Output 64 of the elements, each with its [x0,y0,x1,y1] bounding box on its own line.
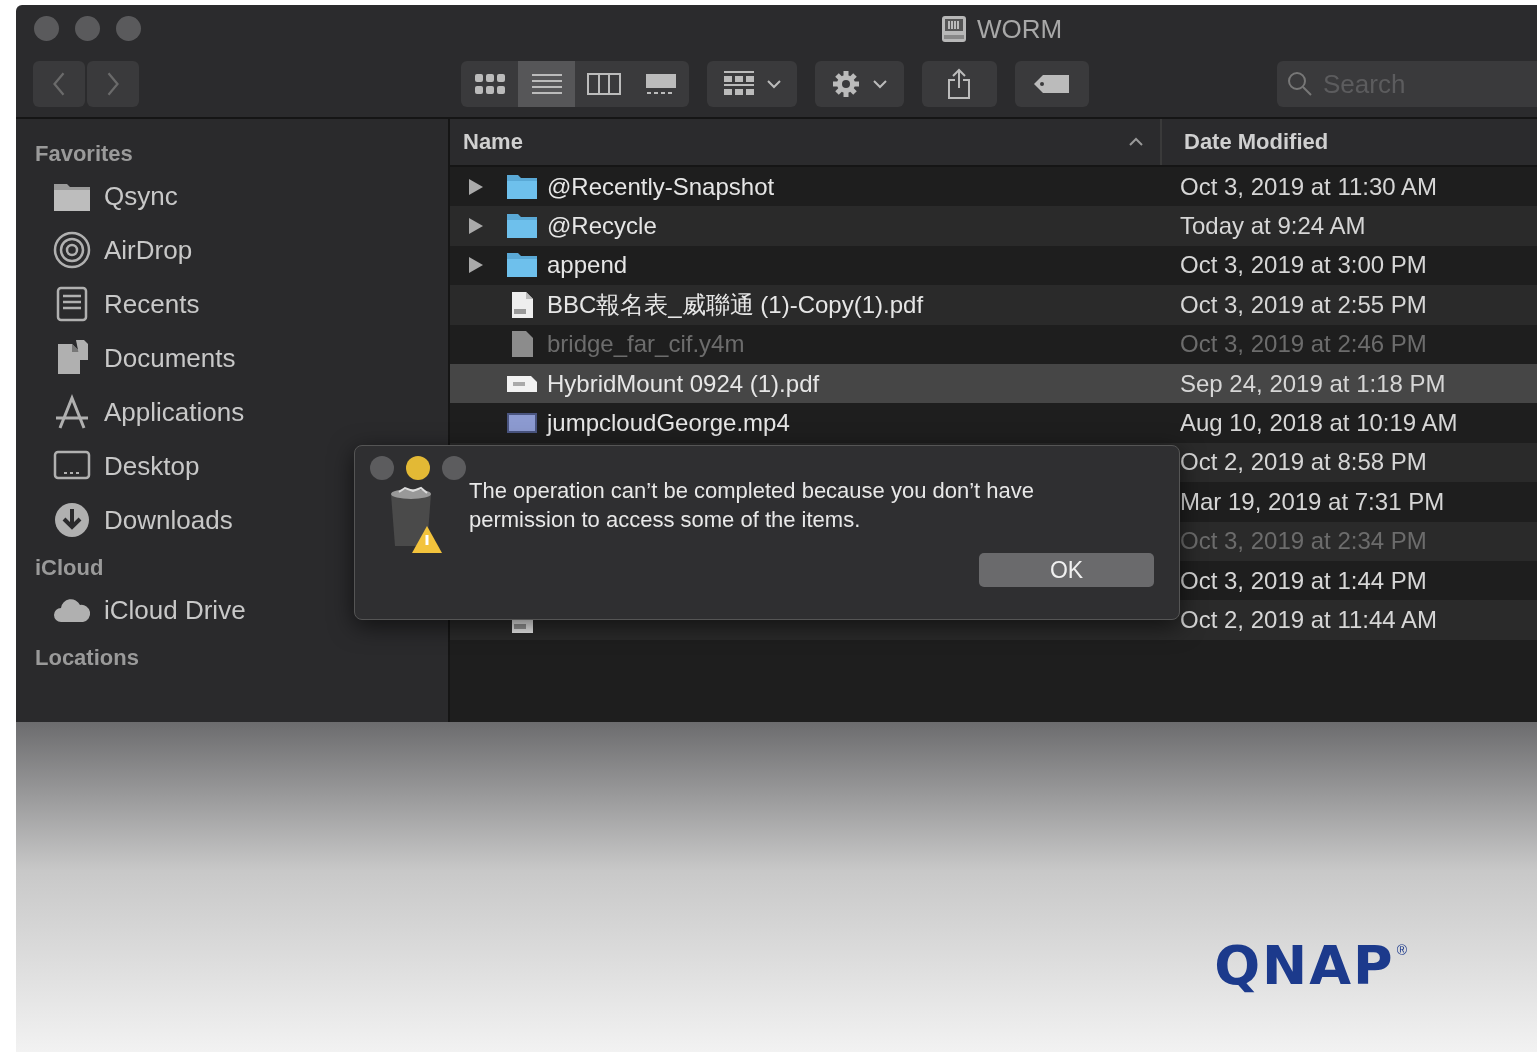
date-modified: Oct 3, 2019 at 11:30 AM [1180,172,1438,201]
ok-button[interactable]: OK [979,553,1154,587]
sidebar-section-title: iCloud [34,554,105,582]
caret-icon [873,79,888,89]
sidebar-section-title: Favorites [34,140,134,168]
sidebar-item[interactable]: Qsync [16,169,448,223]
share-button[interactable] [922,61,997,107]
file-row[interactable]: @Recently-Snapshot Oct 3, 2019 at 11:30 AM [450,167,1537,207]
action-menu-button[interactable] [814,61,905,107]
sidebar-item[interactable]: Documents [16,331,448,385]
file-name: @Recycle [547,212,657,241]
alert-message: The operation can’t be completed because you don’t have permission to access some of the items. [469,477,1036,534]
grouped-grid-icon [722,71,755,97]
file-name: BBC報名表_威聯通 (1)-Copy(1).pdf [547,289,924,320]
sidebar-section-title: Locations [34,644,140,672]
sidebar-item[interactable]: Applications [16,385,448,439]
minimize-button[interactable] [406,456,430,480]
disclosure-triangle-icon[interactable] [468,177,484,196]
airdrop-icon [52,230,92,270]
list-view-button[interactable] [518,61,575,107]
sidebar-item[interactable]: Desktop [16,439,448,493]
date-modified: Today at 9:24 AM [1180,212,1366,241]
share-icon [947,68,972,100]
file-row[interactable]: jumpcloudGeorge.mp4 Aug 10, 2018 at 10:19 AM [450,403,1537,443]
sidebar-item[interactable]: iCloud Drive [16,583,448,637]
file-name: append [547,251,628,280]
sidebar-item[interactable]: AirDrop [16,223,448,277]
folder-icon [505,212,539,241]
sidebar-item[interactable]: Downloads [16,493,448,547]
file-name: bridge_far_cif.y4m [547,330,745,359]
caret-icon [766,79,781,89]
file-row[interactable]: BBC報名表_威聯通 (1)-Copy(1).pdf Oct 3, 2019 at 2:55 PM [450,285,1537,325]
date-modified: Oct 3, 2019 at 3:00 PM [1180,251,1427,280]
file-name: @Recently-Snapshot [547,172,775,201]
date-modified: Oct 3, 2019 at 2:34 PM [1180,527,1427,556]
file-row[interactable]: HybridMount 0924 (1).pdf Sep 24, 2019 at 1:18 PM [450,363,1537,404]
file-row[interactable]: @Recycle Today at 9:24 AM [450,206,1537,246]
list-icon [530,73,563,95]
disclosure-triangle-icon[interactable] [468,217,484,236]
folder-icon [505,172,539,201]
date-modified: Sep 24, 2019 at 1:18 PM [1180,369,1446,398]
downloads-icon [52,500,92,540]
tag-button[interactable] [1014,61,1089,107]
date-modified: Oct 2, 2019 at 11:44 AM [1180,606,1438,634]
folder-icon [505,251,539,280]
gallery-icon [644,73,677,95]
columns-icon [586,73,621,95]
window-title: WORM [977,13,1063,45]
drive-icon [941,15,967,43]
file-name: jumpcloudGeorge.mp4 [547,409,790,438]
file-row[interactable]: append Oct 3, 2019 at 3:00 PM [450,245,1537,286]
column-header[interactable]: Name [450,119,1160,165]
date-modified: Oct 3, 2019 at 2:46 PM [1180,330,1427,359]
date-modified: Aug 10, 2018 at 10:19 AM [1180,409,1458,438]
sidebar-item[interactable]: Recents [16,277,448,331]
file-name: HybridMount 0924 (1).pdf [547,369,820,398]
gear-icon [831,69,862,99]
date-modified: Oct 2, 2019 at 8:58 PM [1180,448,1427,477]
grid-icon [473,73,506,95]
disclosure-triangle-icon[interactable] [468,256,484,275]
tag-icon [1032,74,1071,94]
group-by-button[interactable] [707,61,797,107]
date-modified: Oct 3, 2019 at 2:55 PM [1180,290,1427,319]
column-header[interactable]: Date Modified [1160,119,1537,165]
